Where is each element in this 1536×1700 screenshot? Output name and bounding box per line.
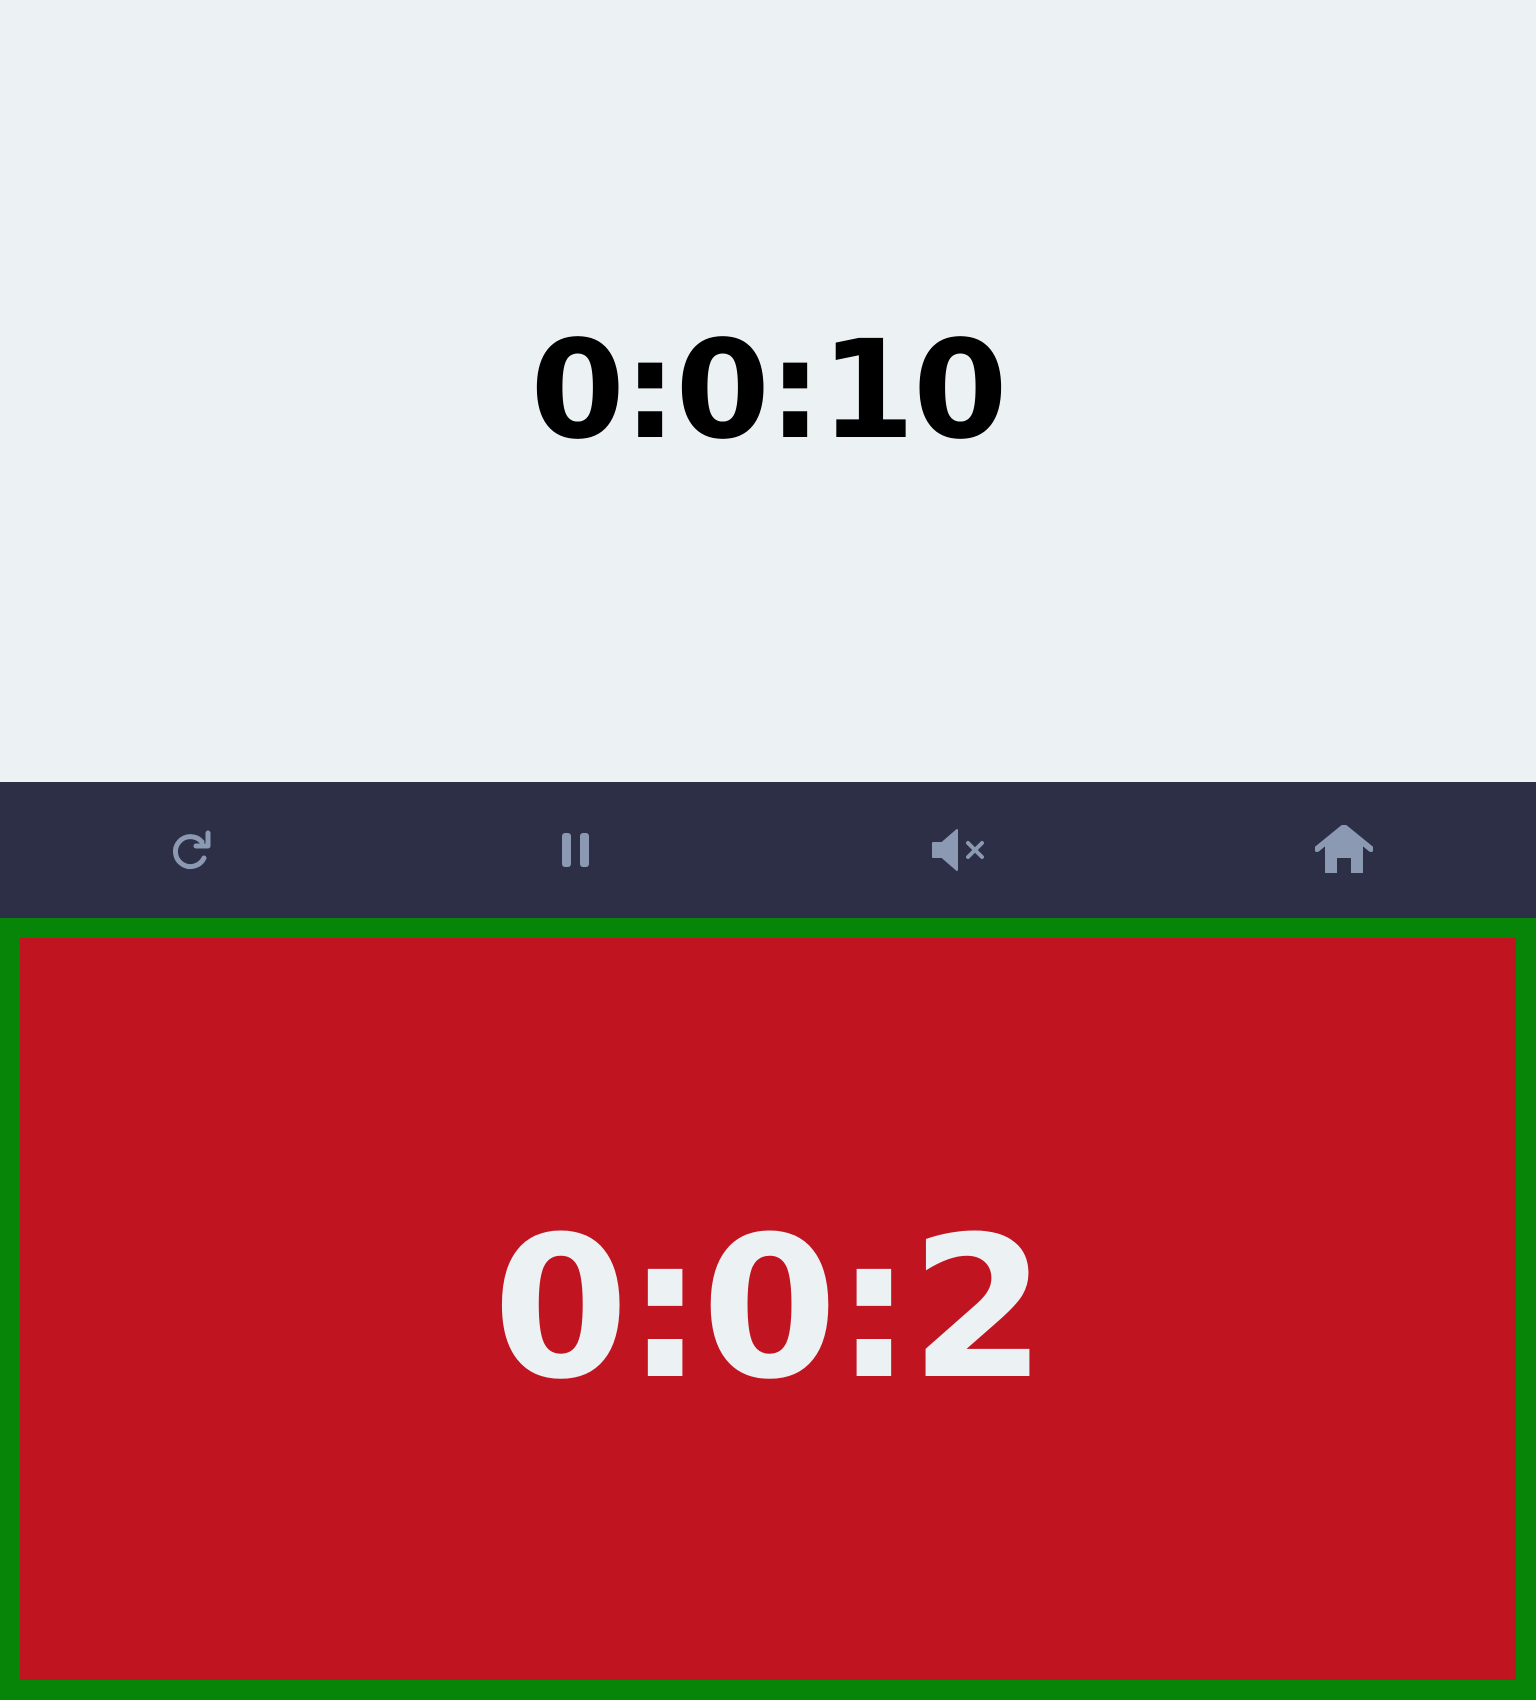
player-bottom-time: 0:0:2 [492, 1195, 1047, 1423]
player-top-clock-panel[interactable]: 0:0:10 [0, 0, 1536, 782]
reset-icon [168, 826, 216, 874]
control-bar [0, 782, 1536, 918]
player-top-time: 0:0:10 [530, 312, 1007, 470]
mute-icon [930, 827, 990, 873]
player-bottom-clock-panel[interactable]: 0:0:2 [0, 918, 1536, 1700]
chess-clock-app: 0:0:10 0:0:2 [0, 0, 1536, 1700]
pause-icon [559, 831, 593, 869]
home-icon [1315, 825, 1373, 875]
mute-button[interactable] [768, 782, 1152, 918]
home-button[interactable] [1152, 782, 1536, 918]
reset-button[interactable] [0, 782, 384, 918]
pause-button[interactable] [384, 782, 768, 918]
